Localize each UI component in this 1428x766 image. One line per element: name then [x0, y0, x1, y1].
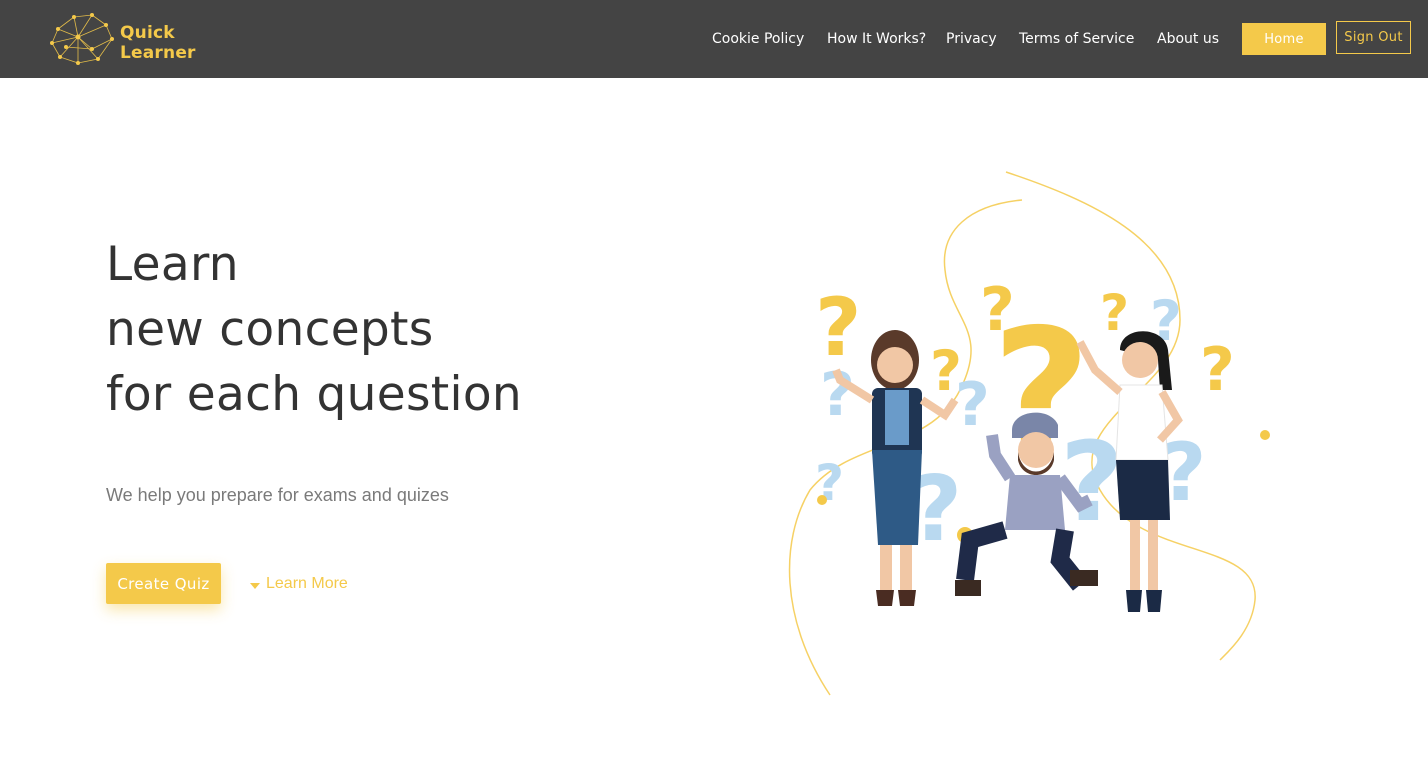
learn-more-label: Learn More: [266, 575, 348, 592]
nav-how-it-works[interactable]: How It Works?: [827, 30, 926, 48]
svg-text:?: ?: [1200, 335, 1235, 405]
caret-down-icon: [250, 583, 260, 589]
svg-text:?: ?: [955, 370, 990, 440]
hero-title-line2: new concepts: [106, 302, 434, 357]
brand-name-line2: Learner: [120, 43, 196, 63]
svg-text:?: ?: [980, 275, 1015, 345]
nav-terms-of-service[interactable]: Terms of Service: [1019, 30, 1134, 48]
brand-name-line1: Quick: [120, 23, 175, 43]
network-brain-icon: [50, 13, 114, 65]
home-button[interactable]: Home: [1242, 23, 1326, 55]
brand-logo[interactable]: Quick Learner: [48, 9, 208, 69]
svg-text:?: ?: [1100, 284, 1129, 342]
nav-about-us[interactable]: About us: [1157, 30, 1219, 48]
people-with-question-marks-illustration: ? ? ? ? ? ? ? ? ? ? ? ? ?: [788, 171, 1270, 696]
sign-out-button[interactable]: Sign Out: [1336, 21, 1411, 54]
hero-title: Learn new concepts for each question: [106, 232, 522, 427]
nav-privacy[interactable]: Privacy: [946, 30, 997, 48]
top-navbar: Quick Learner Cookie Policy How It Works…: [0, 0, 1428, 78]
learn-more-link[interactable]: Learn More: [250, 575, 348, 593]
brand-name: Quick Learner: [120, 23, 196, 63]
hero-title-line1: Learn: [106, 237, 239, 292]
nav-cookie-policy[interactable]: Cookie Policy: [712, 30, 804, 48]
create-quiz-button[interactable]: Create Quiz: [106, 563, 221, 604]
hero-title-line3: for each question: [106, 367, 523, 422]
hero-subtitle: We help you prepare for exams and quizes: [106, 485, 449, 505]
